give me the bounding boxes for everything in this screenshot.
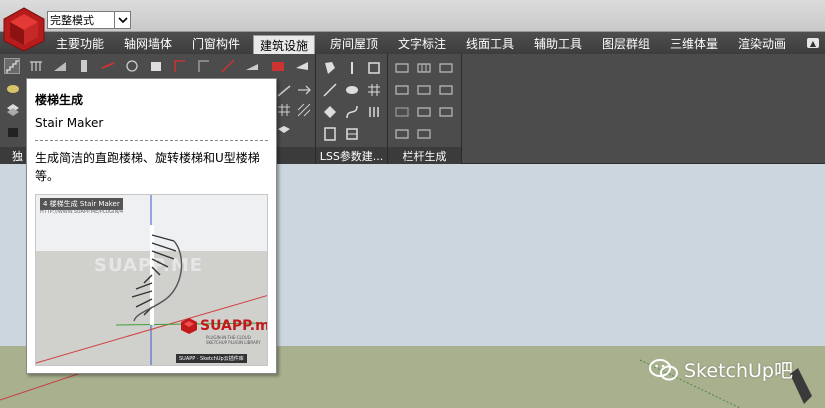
tab-label: 房间屋顶	[330, 36, 379, 51]
lss-door-icon[interactable]	[322, 126, 338, 142]
tab-main-functions[interactable]: 主要功能	[50, 34, 110, 52]
hatch-icon[interactable]	[296, 102, 312, 118]
railing-type-11-icon[interactable]	[416, 126, 432, 142]
tab-render-animation[interactable]: 渲染动画	[732, 34, 792, 52]
tab-layers-groups[interactable]: 图层群组	[596, 34, 656, 52]
tool-tooltip: 楼梯生成 Stair Maker 生成简洁的直跑楼梯、旋转楼梯和U型楼梯等。 4…	[26, 78, 277, 374]
preview-brand-sub: PLUGIN-IN-THE-CLOUD SKETCHUP PLUGIN LIBR…	[206, 335, 261, 345]
tab-rooms-roofs[interactable]: 房间屋顶	[324, 34, 384, 52]
tab-auxiliary-tools[interactable]: 辅助工具	[528, 34, 588, 52]
tab-3d-volume[interactable]: 三维体量	[664, 34, 724, 52]
toolbar-group-railings: 栏杆生成	[388, 54, 462, 164]
railing-type-8-icon[interactable]	[416, 104, 432, 120]
angle-icon[interactable]	[172, 58, 188, 74]
tab-label: 建筑设施	[260, 38, 309, 53]
beam-icon[interactable]	[100, 58, 116, 74]
toolbar-group-lss: LSS参数建...	[316, 54, 388, 164]
sketchup-bar-watermark: SketchUp吧	[648, 356, 793, 383]
plugin-menu-bar: 主要功能 轴网墙体 门窗构件 建筑设施 房间屋顶 文字标注 线面工具 辅助工具 …	[0, 32, 825, 54]
lss-diagonal-icon[interactable]	[322, 82, 338, 98]
tab-label: 轴网墙体	[124, 36, 173, 51]
railing-type-4-icon[interactable]	[394, 82, 410, 98]
tab-label: 门窗构件	[192, 36, 241, 51]
railing-type-9-icon[interactable]	[438, 104, 454, 120]
tab-doors-windows[interactable]: 门窗构件	[186, 34, 246, 52]
toolbar-group-label: 栏杆生成	[388, 147, 461, 164]
lss-frame-icon[interactable]	[366, 60, 382, 76]
railing-type-1-icon[interactable]	[394, 60, 410, 76]
tooltip-subtitle: Stair Maker	[35, 116, 104, 130]
layer-stack-icon[interactable]	[5, 102, 21, 118]
railing-type-10-icon[interactable]	[394, 126, 410, 142]
diagonal-icon[interactable]	[220, 58, 236, 74]
toolbar-group-label: LSS参数建...	[316, 147, 387, 164]
group-label-text: 独	[12, 149, 23, 163]
awning-icon[interactable]	[294, 58, 310, 74]
collapse-glyph: ▲	[809, 38, 817, 48]
lss-blob-icon[interactable]	[344, 82, 360, 98]
tab-label: 渲染动画	[738, 36, 787, 51]
railing-type-7-icon[interactable]	[394, 104, 410, 120]
lss-diamond-icon[interactable]	[322, 104, 338, 120]
lss-curve-icon[interactable]	[344, 104, 360, 120]
slope-icon[interactable]	[276, 82, 292, 98]
preview-brand-sub-line: SKETCHUP PLUGIN LIBRARY	[206, 340, 261, 345]
mode-select[interactable]: 完整模式	[47, 11, 131, 29]
dark-block-icon[interactable]	[5, 124, 21, 140]
pool-icon[interactable]	[270, 58, 286, 74]
angle-alt-icon[interactable]	[196, 58, 212, 74]
railing-type-6-icon[interactable]	[438, 82, 454, 98]
slab-icon[interactable]	[5, 80, 21, 96]
grid-tool-icon[interactable]	[276, 102, 292, 118]
rotate-stair-icon[interactable]	[124, 58, 140, 74]
tooltip-title: 楼梯生成	[35, 93, 84, 107]
preview-brand-text: SUAPP.me	[200, 318, 267, 334]
lss-bars-icon[interactable]	[366, 104, 382, 120]
cube-icon[interactable]	[276, 124, 292, 140]
railing-type-2-icon[interactable]	[416, 60, 432, 76]
tab-building-facilities[interactable]: 建筑设施	[253, 35, 316, 54]
tab-label: 主要功能	[56, 36, 105, 51]
arrow-tool-icon[interactable]	[296, 82, 312, 98]
mode-select-value: 完整模式	[50, 14, 94, 27]
tab-grid-walls[interactable]: 轴网墙体	[118, 34, 178, 52]
tab-label: 线面工具	[466, 36, 515, 51]
preview-brand: SUAPP.me	[180, 317, 267, 335]
box-icon[interactable]	[148, 58, 164, 74]
group-label-text: LSS参数建...	[319, 149, 384, 163]
tooltip-preview-image: 4 楼梯生成 Stair Maker HTTP://WWW.SUAPP.ME/P…	[35, 194, 268, 366]
tab-text-annotation[interactable]: 文字标注	[392, 34, 452, 52]
collapse-ribbon-icon[interactable]: ▲	[807, 38, 819, 48]
tooltip-description: 生成简洁的直跑楼梯、旋转楼梯和U型楼梯等。	[35, 151, 260, 183]
ramp-icon[interactable]	[52, 58, 68, 74]
balcony-icon[interactable]	[244, 58, 260, 74]
tab-label: 文字标注	[398, 36, 447, 51]
lss-line-icon[interactable]	[344, 60, 360, 76]
tooltip-divider	[35, 140, 268, 141]
wechat-icon	[649, 358, 678, 380]
lss-window-icon[interactable]	[344, 126, 360, 142]
lss-grid-icon[interactable]	[366, 82, 382, 98]
tab-label: 三维体量	[670, 36, 719, 51]
stair-maker-icon[interactable]	[4, 58, 20, 74]
tab-line-face-tools[interactable]: 线面工具	[460, 34, 520, 52]
chevron-down-icon[interactable]	[114, 12, 130, 28]
tab-label: 辅助工具	[534, 36, 583, 51]
tab-label: 图层群组	[602, 36, 651, 51]
railing-icon[interactable]	[28, 58, 44, 74]
preview-footer: SUAPP · SketchUp云插件库	[176, 354, 247, 363]
suapp-logo-icon[interactable]	[2, 6, 46, 52]
column-icon[interactable]	[76, 58, 92, 74]
lss-shape-icon[interactable]	[322, 60, 338, 76]
railing-type-5-icon[interactable]	[416, 82, 432, 98]
railing-type-3-icon[interactable]	[438, 60, 454, 76]
watermark-text: SketchUp吧	[684, 360, 793, 382]
suapp-cube-icon	[181, 318, 197, 334]
group-label-text: 栏杆生成	[402, 149, 447, 163]
